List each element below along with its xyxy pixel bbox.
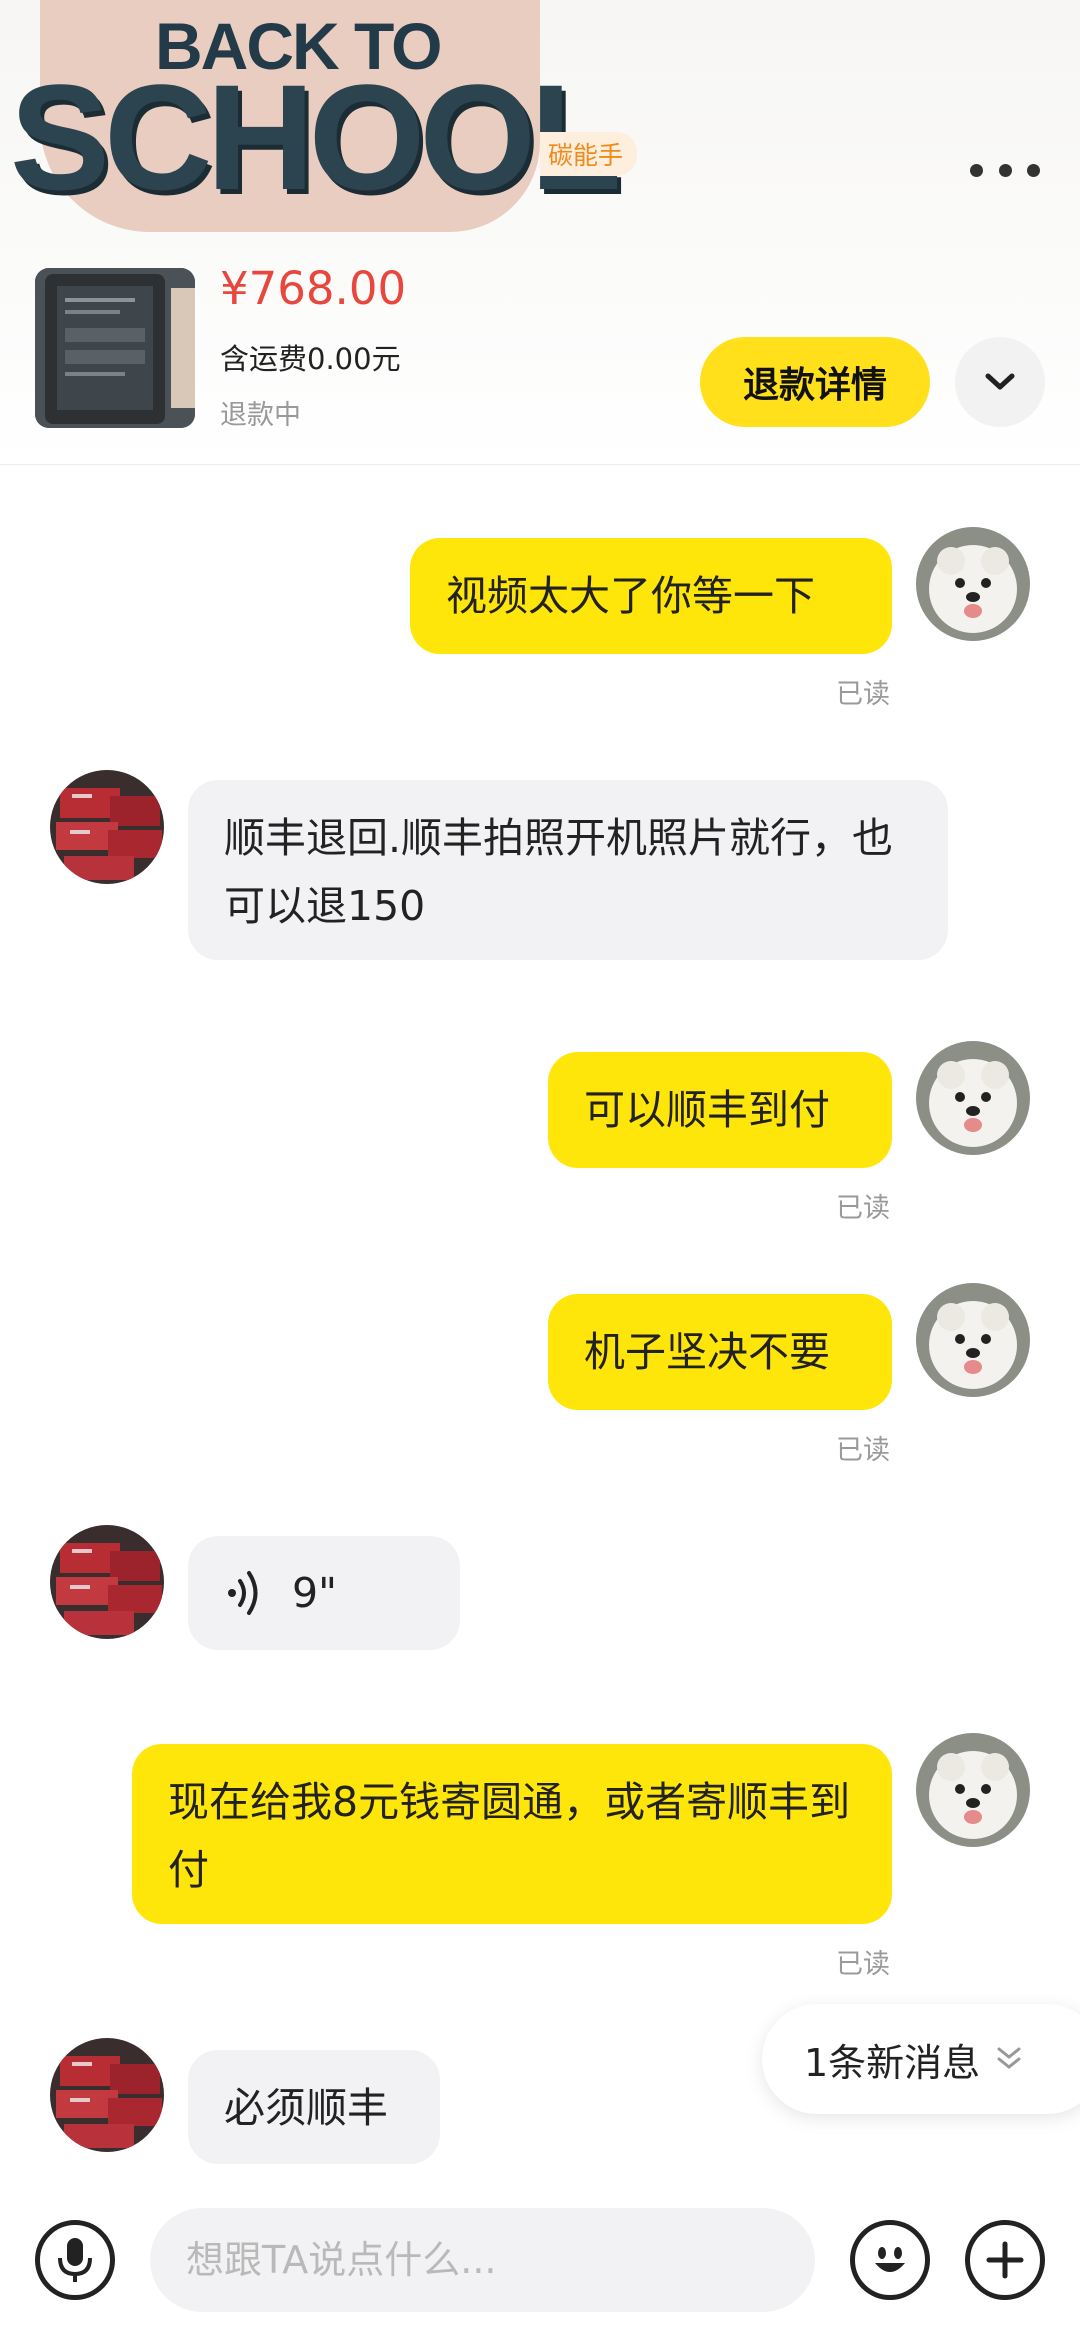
read-receipt: 已读: [836, 1193, 890, 1224]
chevron-down-icon: [985, 373, 1015, 390]
product-price: ¥768.00: [220, 262, 407, 315]
my-avatar[interactable]: [916, 527, 1030, 641]
order-status: 退款中: [220, 400, 301, 431]
shipping-fee: 含运费0.00元: [220, 342, 401, 376]
plus-icon: [986, 2241, 1024, 2279]
new-messages-indicator[interactable]: 1条新消息: [762, 2004, 1080, 2114]
emoji-button[interactable]: [850, 2220, 930, 2300]
header-divider: [0, 464, 1080, 465]
new-messages-label: 1条新消息: [804, 2040, 981, 2085]
expand-order-button[interactable]: [955, 337, 1045, 427]
logo-text-main: SCHOOL: [10, 53, 622, 221]
my-avatar[interactable]: [916, 1283, 1030, 1397]
read-receipt: 已读: [836, 1949, 890, 1980]
message-bubble-sent[interactable]: 现在给我8元钱寄圆通，或者寄顺丰到付: [132, 1744, 892, 1924]
add-button[interactable]: [965, 2220, 1045, 2300]
contact-avatar[interactable]: [50, 2038, 164, 2152]
message-bubble-sent[interactable]: 机子坚决不要: [548, 1294, 892, 1410]
double-chevron-down-icon: [997, 2047, 1021, 2069]
header: BACK TO SCHOOL 碳能手 ¥768.00 含运费0.00元 退款中 …: [0, 0, 1080, 465]
voice-message-bubble[interactable]: 9": [188, 1536, 460, 1650]
input-bar: [0, 2180, 1080, 2344]
refund-details-button[interactable]: 退款详情: [700, 337, 930, 427]
more-dots-icon[interactable]: [970, 155, 1040, 185]
my-avatar[interactable]: [916, 1733, 1030, 1847]
message-input[interactable]: [150, 2208, 815, 2312]
microphone-icon: [58, 2238, 92, 2282]
message-bubble-received[interactable]: 顺丰退回.顺丰拍照开机照片就行，也可以退150: [188, 780, 948, 960]
product-thumbnail[interactable]: [35, 268, 195, 428]
voice-duration: 9": [292, 1569, 337, 1617]
sound-wave-icon: [228, 1571, 258, 1615]
seller-badge: 碳能手: [540, 132, 638, 176]
my-avatar[interactable]: [916, 1041, 1030, 1155]
read-receipt: 已读: [836, 1435, 890, 1466]
read-receipt: 已读: [836, 679, 890, 710]
message-bubble-received[interactable]: 必须顺丰: [188, 2050, 440, 2164]
message-bubble-sent[interactable]: 可以顺丰到付: [548, 1052, 892, 1168]
message-bubble-sent[interactable]: 视频太大了你等一下: [410, 538, 892, 654]
contact-avatar[interactable]: [50, 770, 164, 884]
voice-input-button[interactable]: [35, 2220, 115, 2300]
contact-avatar[interactable]: [50, 1525, 164, 1639]
emoji-icon: [875, 2247, 905, 2272]
